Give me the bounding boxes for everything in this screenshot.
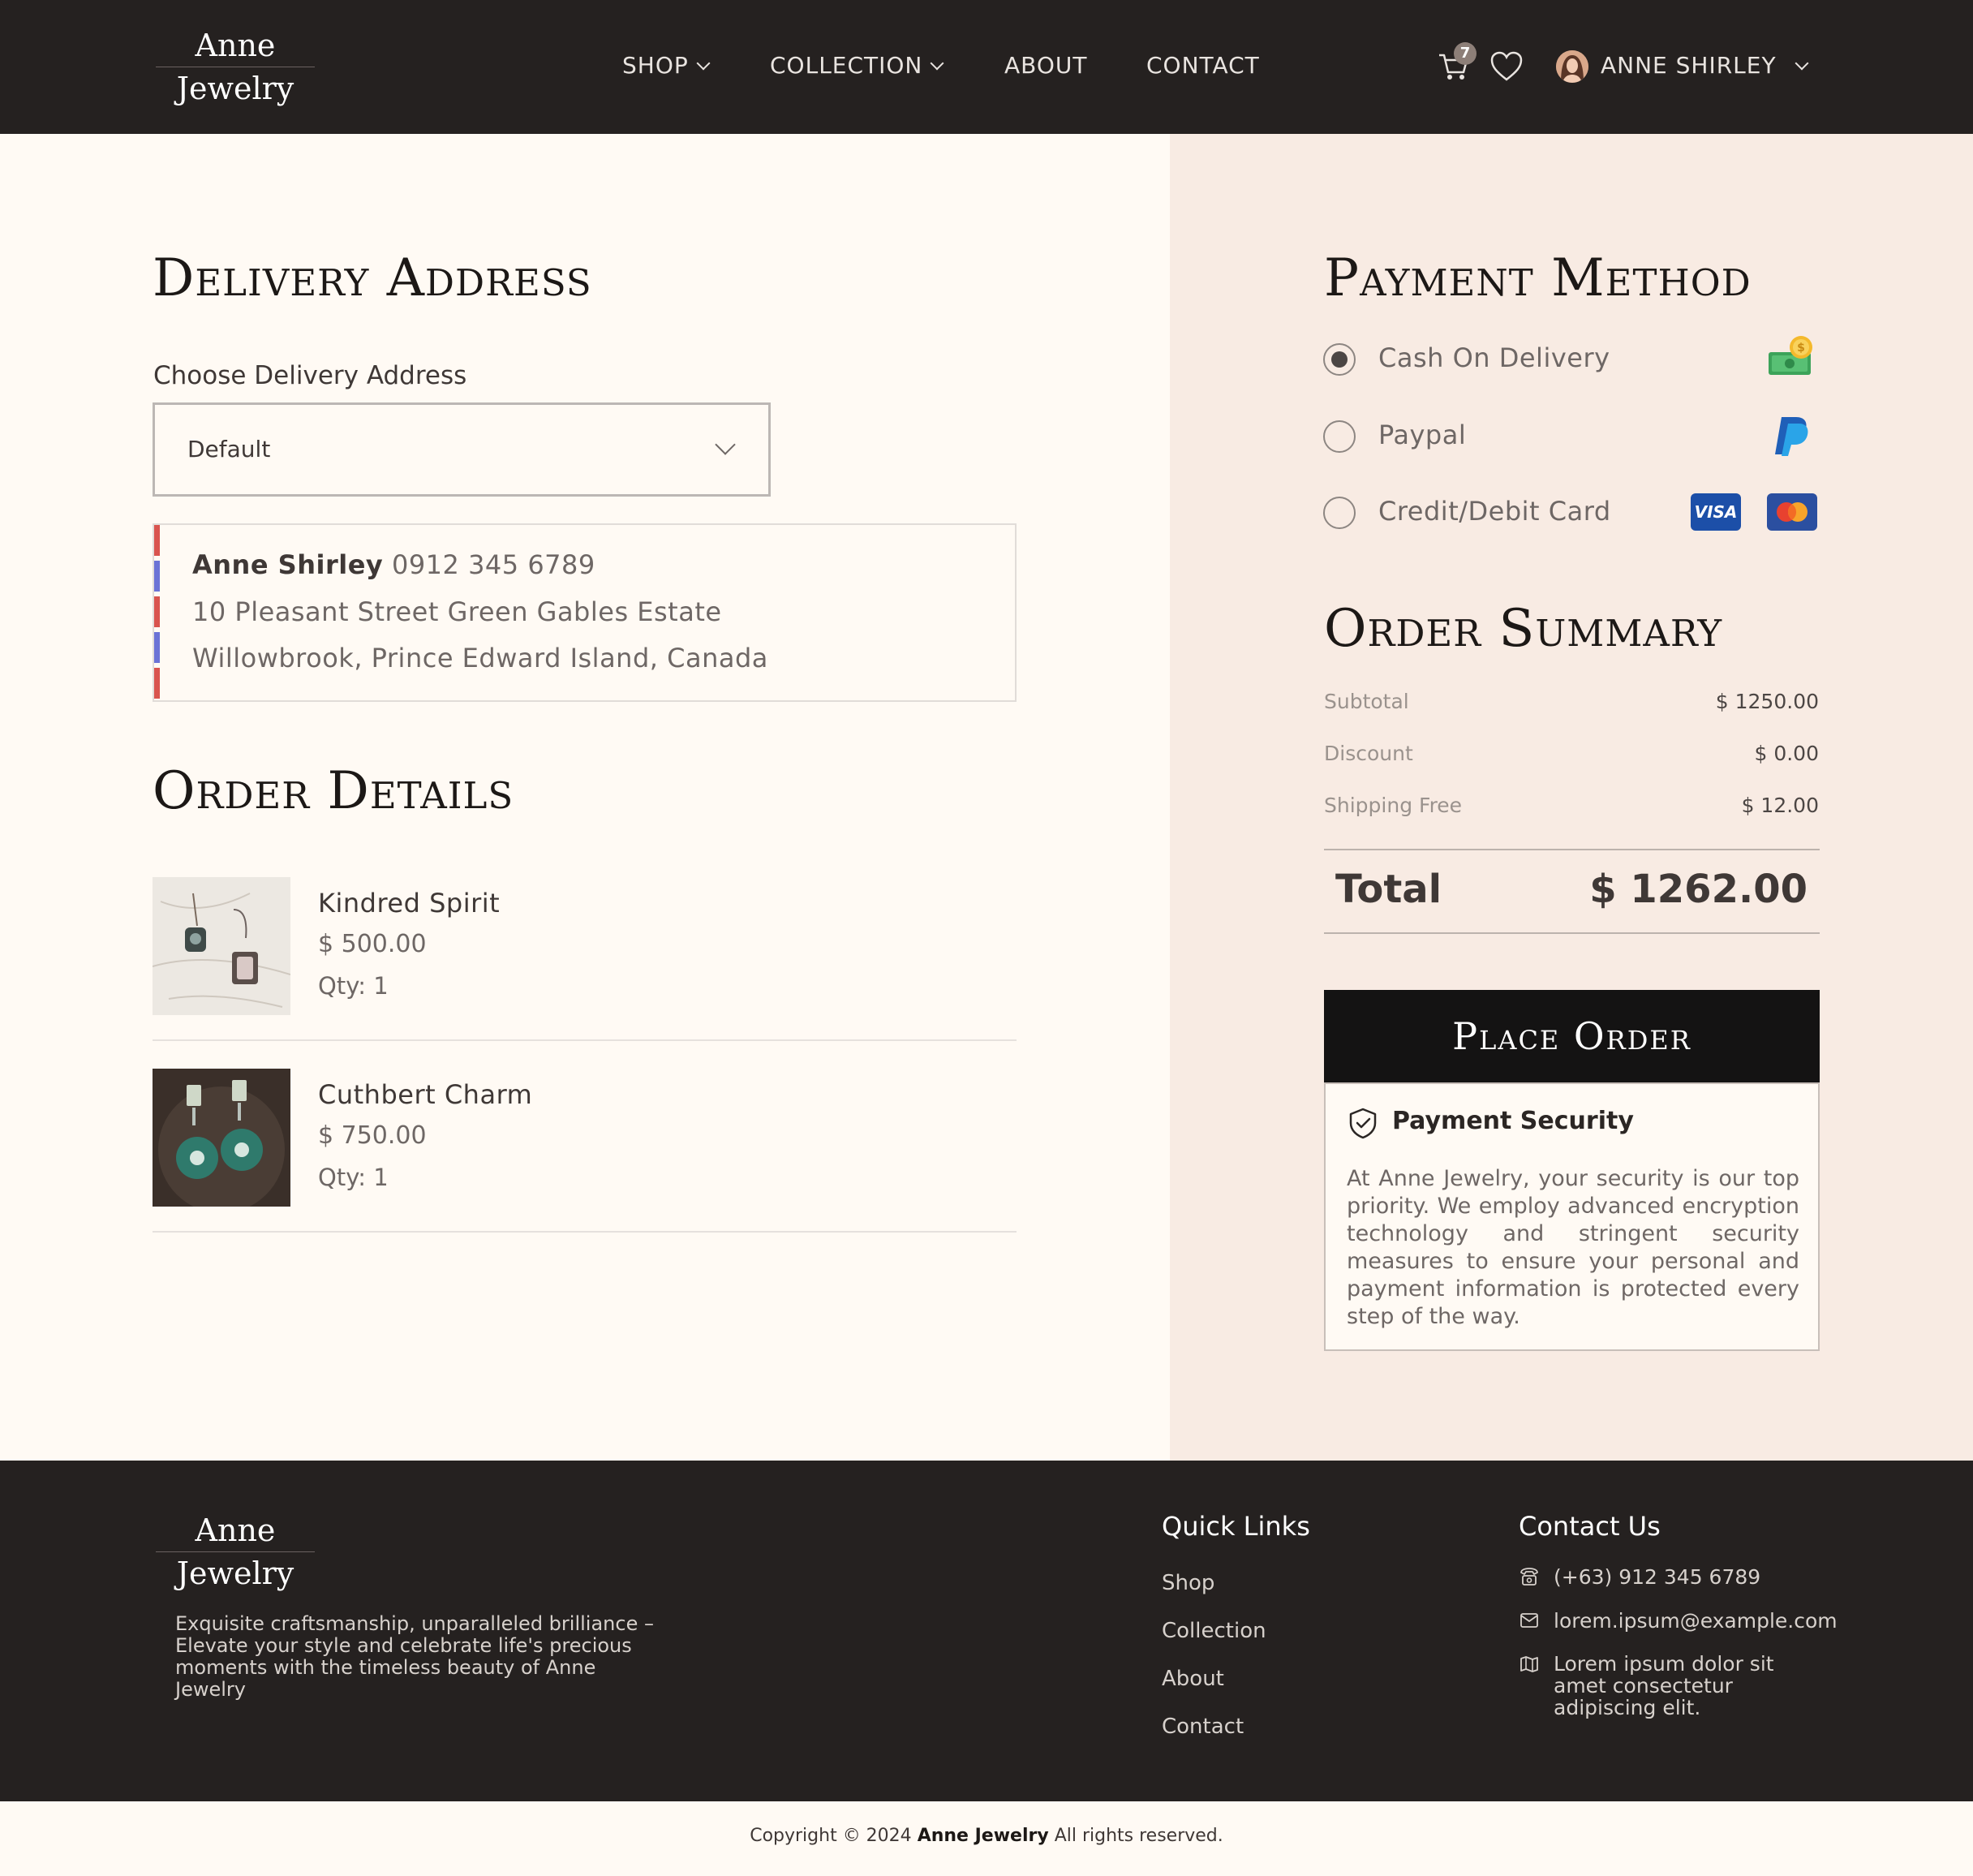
cash-icon: $ [1769,336,1812,375]
brand-name-line2: Jewelry [176,1555,294,1591]
address-name: Anne Shirley [192,549,384,580]
nav-collection-label: COLLECTION [770,52,923,79]
place-order-button[interactable]: Place Order [1324,990,1820,1082]
footer-link-contact[interactable]: Contact [1162,1715,1244,1739]
svg-text:$: $ [1797,342,1805,355]
summary-divider [1324,849,1820,850]
nav-shop-label: SHOP [622,52,689,79]
user-menu-name[interactable]: ANNE SHIRLEY [1601,52,1777,79]
radio-credit-debit-card[interactable] [1323,497,1356,529]
product-image-kindred-spirit[interactable] [153,877,290,1015]
delivery-address-title: Delivery Address [153,248,592,308]
brand-name-line1: Anne [195,28,276,63]
item-divider [153,1039,1017,1041]
address-card-stripe [154,525,160,700]
total-label: Total [1335,867,1442,912]
site-footer: Anne Jewelry Exquisite craftsmanship, un… [0,1461,1973,1801]
subtotal-label: Subtotal [1324,690,1409,713]
shipping-value: $ 12.00 [1741,794,1819,817]
contact-address: Lorem ipsum dolor sit amet consectetur a… [1554,1652,1774,1719]
payment-method-title: Payment Method [1324,248,1752,308]
copyright-suffix: All rights reserved. [1054,1826,1223,1846]
visa-card-icon: VISA [1691,493,1741,531]
contact-us-title: Contact Us [1519,1511,1661,1542]
chevron-down-icon [715,434,736,455]
item-divider [153,1231,1017,1233]
summary-divider [1324,932,1820,934]
contact-phone[interactable]: (+63) 912 345 6789 [1554,1566,1760,1588]
item-price: $ 750.00 [318,1121,427,1150]
address-line-1: 10 Pleasant Street Green Gables Estate [192,596,722,627]
nav-about[interactable]: ABOUT [1004,52,1088,79]
payment-security-box: Payment Security At Anne Jewelry, your s… [1324,1082,1820,1351]
quick-links-title: Quick Links [1162,1511,1310,1542]
item-price: $ 500.00 [318,930,427,958]
avatar[interactable] [1556,50,1588,83]
heart-icon[interactable] [1489,50,1524,83]
mastercard-icon [1767,493,1817,531]
brand-logo[interactable]: Anne Jewelry [156,24,315,110]
item-name: Kindred Spirit [318,888,501,919]
address-phone: 0912 345 6789 [391,549,595,580]
brand-name-line2: Jewelry [176,71,294,106]
map-icon [1520,1656,1538,1672]
earring-image [153,1069,290,1207]
footer-brand-logo[interactable]: Anne Jewelry [156,1509,315,1594]
brand-name-line1: Anne [195,1512,276,1548]
address-line-2: Willowbrook, Prince Edward Island, Canad… [192,643,768,673]
discount-label: Discount [1324,742,1413,765]
choose-address-label: Choose Delivery Address [153,361,467,390]
order-details-title: Order Details [153,761,514,821]
chevron-down-icon[interactable] [1795,56,1809,71]
footer-link-about[interactable]: About [1162,1667,1224,1691]
chevron-down-icon [930,56,944,71]
payment-option-label[interactable]: Credit/Debit Card [1378,496,1611,527]
nav-shop[interactable]: SHOP [622,52,711,79]
mail-icon [1520,1613,1538,1628]
payment-security-title: Payment Security [1392,1107,1634,1135]
subtotal-value: $ 1250.00 [1715,690,1819,713]
discount-value: $ 0.00 [1754,742,1819,765]
nav-contact[interactable]: CONTACT [1146,52,1260,79]
footer-link-shop[interactable]: Shop [1162,1571,1214,1595]
radio-paypal[interactable] [1323,420,1356,453]
site-header: Anne Jewelry SHOP COLLECTION ABOUT CONTA… [0,0,1973,134]
product-image-cuthbert-charm[interactable] [153,1069,290,1207]
payment-option-label[interactable]: Cash On Delivery [1378,342,1610,373]
payment-security-text: At Anne Jewelry, your security is our to… [1347,1166,1799,1329]
address-select-value: Default [187,436,271,463]
item-qty: Qty: 1 [318,1164,389,1191]
copyright-text: Copyright © 2024 Anne Jewelry All rights… [0,1826,1973,1846]
copyright-prefix: Copyright © 2024 [750,1826,912,1846]
shipping-label: Shipping Free [1324,794,1463,817]
copyright-brand: Anne Jewelry [917,1826,1049,1846]
item-qty: Qty: 1 [318,972,389,1000]
address-card: Anne Shirley 0912 345 6789 10 Pleasant S… [153,523,1017,702]
shield-check-icon [1349,1108,1377,1139]
footer-link-collection[interactable]: Collection [1162,1619,1266,1643]
contact-email[interactable]: lorem.ipsum@example.com [1554,1610,1838,1632]
total-value: $ 1262.00 [1589,867,1808,912]
address-select[interactable]: Default [153,402,771,497]
address-contact-line: Anne Shirley 0912 345 6789 [192,549,595,580]
phone-icon [1520,1568,1538,1586]
payment-option-label[interactable]: Paypal [1378,420,1466,450]
nav-collection[interactable]: COLLECTION [770,52,944,79]
paypal-icon [1775,417,1808,456]
footer-description: Exquisite craftsmanship, unparalleled br… [175,1612,654,1701]
order-summary-title: Order Summary [1324,599,1723,659]
radio-cash-on-delivery[interactable] [1323,343,1356,376]
cart-count-badge: 7 [1454,42,1477,65]
chevron-down-icon [696,56,711,71]
earring-image [153,877,290,1015]
item-name: Cuthbert Charm [318,1079,533,1110]
user-avatar-icon [1556,50,1588,83]
visa-label: VISA [1695,502,1738,522]
